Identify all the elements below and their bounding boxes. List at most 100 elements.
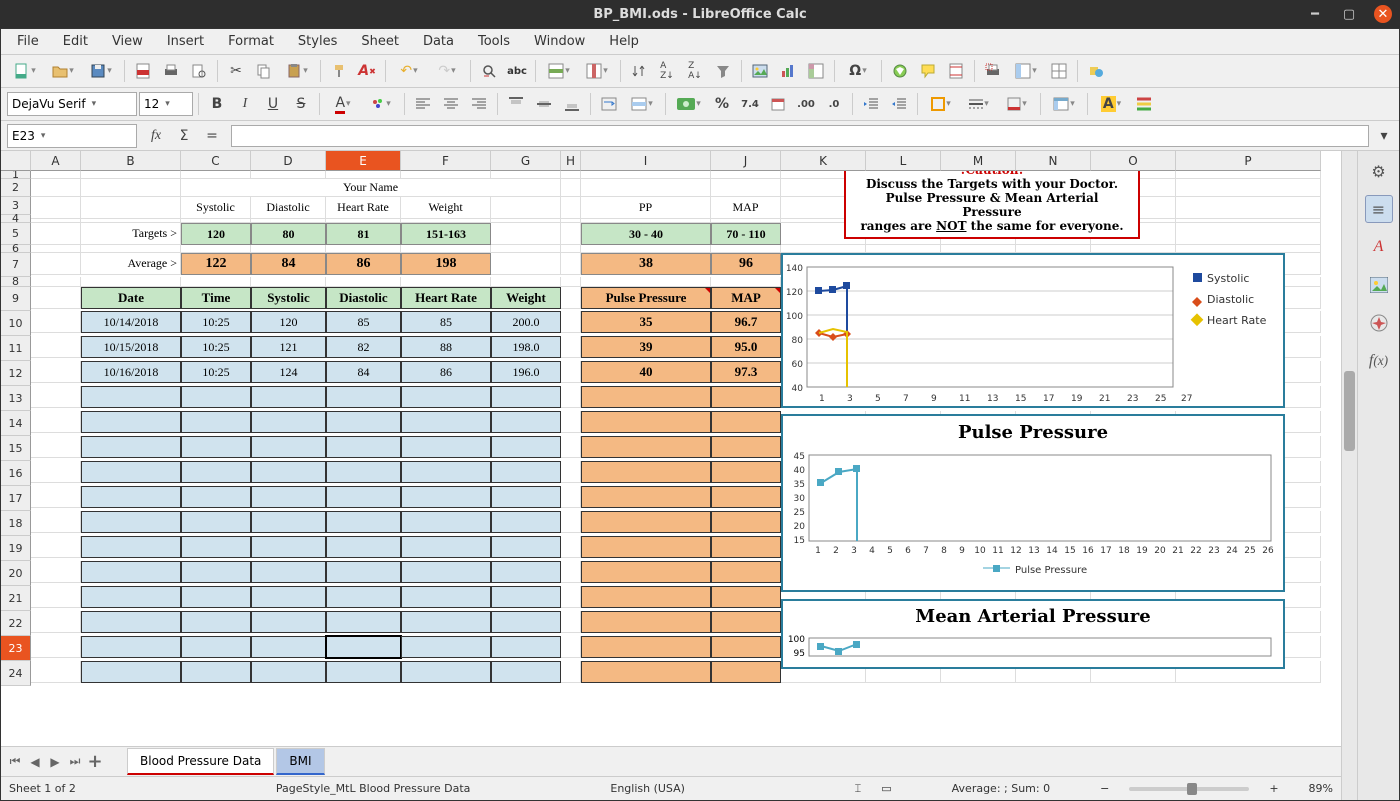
cell[interactable] xyxy=(181,461,251,483)
row-header[interactable]: 21 xyxy=(1,586,31,611)
cell[interactable] xyxy=(326,561,401,583)
cell[interactable]: Time xyxy=(181,287,251,309)
valign-top-button[interactable] xyxy=(503,91,529,117)
cell[interactable] xyxy=(491,171,561,179)
cell[interactable] xyxy=(561,171,581,179)
cell[interactable] xyxy=(711,461,781,483)
row-header[interactable]: 23 xyxy=(1,636,31,661)
cell[interactable]: Heart Rate xyxy=(401,287,491,309)
currency-button[interactable]: ▾ xyxy=(671,91,707,117)
cell[interactable] xyxy=(561,661,581,683)
cell[interactable] xyxy=(81,511,181,533)
row-header[interactable]: 15 xyxy=(1,436,31,461)
pdf-export-button[interactable] xyxy=(130,58,156,84)
menu-data[interactable]: Data xyxy=(413,31,464,52)
cell[interactable] xyxy=(251,461,326,483)
cell[interactable] xyxy=(326,436,401,458)
col-header-B[interactable]: B xyxy=(81,151,181,171)
cell[interactable] xyxy=(581,436,711,458)
cell[interactable] xyxy=(491,223,561,245)
cell[interactable] xyxy=(561,636,581,658)
cell[interactable]: 10:25 xyxy=(181,361,251,383)
cell[interactable] xyxy=(251,586,326,608)
cell[interactable]: Date xyxy=(81,287,181,309)
cell[interactable] xyxy=(401,461,491,483)
align-center-button[interactable] xyxy=(438,91,464,117)
cell[interactable] xyxy=(326,411,401,433)
cell[interactable] xyxy=(326,536,401,558)
cell[interactable]: 86 xyxy=(326,253,401,275)
close-button[interactable]: ✕ xyxy=(1374,5,1392,23)
underline-button[interactable]: U xyxy=(260,91,286,117)
cell[interactable]: 95.0 xyxy=(711,336,781,358)
menu-format[interactable]: Format xyxy=(218,31,284,52)
pivot-button[interactable] xyxy=(803,58,829,84)
cell[interactable] xyxy=(491,277,561,287)
cell[interactable] xyxy=(401,411,491,433)
cell[interactable] xyxy=(581,536,711,558)
cell[interactable] xyxy=(941,245,1016,253)
sum-button[interactable]: Σ xyxy=(171,123,197,149)
menu-view[interactable]: View xyxy=(102,31,153,52)
cell[interactable] xyxy=(81,611,181,633)
bg-color-button[interactable]: A▾ xyxy=(1093,91,1129,117)
border-style-button[interactable]: ▾ xyxy=(961,91,997,117)
menu-file[interactable]: File xyxy=(7,31,49,52)
cell[interactable]: 121 xyxy=(251,336,326,358)
cell[interactable] xyxy=(491,636,561,658)
cell[interactable] xyxy=(31,511,81,533)
zoom-in-button[interactable]: + xyxy=(1269,782,1278,795)
col-header-I[interactable]: I xyxy=(581,151,711,171)
formula-expand-button[interactable]: ▾ xyxy=(1375,123,1393,149)
cell[interactable] xyxy=(31,336,81,358)
cell[interactable] xyxy=(81,461,181,483)
highlight-button[interactable]: ▾ xyxy=(363,91,399,117)
col-header-J[interactable]: J xyxy=(711,151,781,171)
cell[interactable]: 10/14/2018 xyxy=(81,311,181,333)
col-header-K[interactable]: K xyxy=(781,151,866,171)
borders-button[interactable]: ▾ xyxy=(923,91,959,117)
row-header[interactable]: 1 xyxy=(1,171,31,179)
sort-button[interactable] xyxy=(626,58,652,84)
cell[interactable] xyxy=(401,561,491,583)
sort-desc-button[interactable]: ZA↓ xyxy=(682,58,708,84)
cell[interactable]: 80 xyxy=(251,223,326,245)
cell[interactable]: 122 xyxy=(181,253,251,275)
sidebar-settings-icon[interactable]: ⚙ xyxy=(1365,157,1393,185)
cell[interactable] xyxy=(181,386,251,408)
row-button[interactable]: ▾ xyxy=(541,58,577,84)
undo-button[interactable]: ↶▾ xyxy=(391,58,427,84)
cell[interactable] xyxy=(31,411,81,433)
tab-prev-button[interactable]: ◀ xyxy=(25,752,45,772)
cell[interactable] xyxy=(251,277,326,287)
tab-first-button[interactable]: ⏮ xyxy=(5,752,25,772)
cell[interactable] xyxy=(561,361,581,383)
cell[interactable] xyxy=(181,277,251,287)
cell[interactable] xyxy=(491,386,561,408)
cell[interactable] xyxy=(1176,223,1321,245)
cell[interactable] xyxy=(866,245,941,253)
select-all-corner[interactable] xyxy=(1,151,31,171)
cell[interactable] xyxy=(181,215,251,223)
dec-indent-button[interactable] xyxy=(886,91,912,117)
new-doc-button[interactable]: ▾ xyxy=(7,58,43,84)
cell[interactable] xyxy=(81,561,181,583)
menu-window[interactable]: Window xyxy=(524,31,595,52)
cell[interactable] xyxy=(1016,245,1091,253)
cell[interactable]: 124 xyxy=(251,361,326,383)
cell[interactable] xyxy=(491,586,561,608)
col-header-M[interactable]: M xyxy=(941,151,1016,171)
cell[interactable]: Systolic xyxy=(251,287,326,309)
cell[interactable] xyxy=(711,511,781,533)
cell[interactable] xyxy=(251,486,326,508)
redo-button[interactable]: ↷▾ xyxy=(429,58,465,84)
cell[interactable]: 84 xyxy=(326,361,401,383)
cell[interactable] xyxy=(31,586,81,608)
insert-image-button[interactable] xyxy=(747,58,773,84)
sidebar-gallery-icon[interactable] xyxy=(1365,271,1393,299)
save-button[interactable]: ▾ xyxy=(83,58,119,84)
italic-button[interactable]: I xyxy=(232,91,258,117)
merge-button[interactable]: ▾ xyxy=(624,91,660,117)
cell[interactable] xyxy=(561,436,581,458)
cell[interactable] xyxy=(401,215,491,223)
